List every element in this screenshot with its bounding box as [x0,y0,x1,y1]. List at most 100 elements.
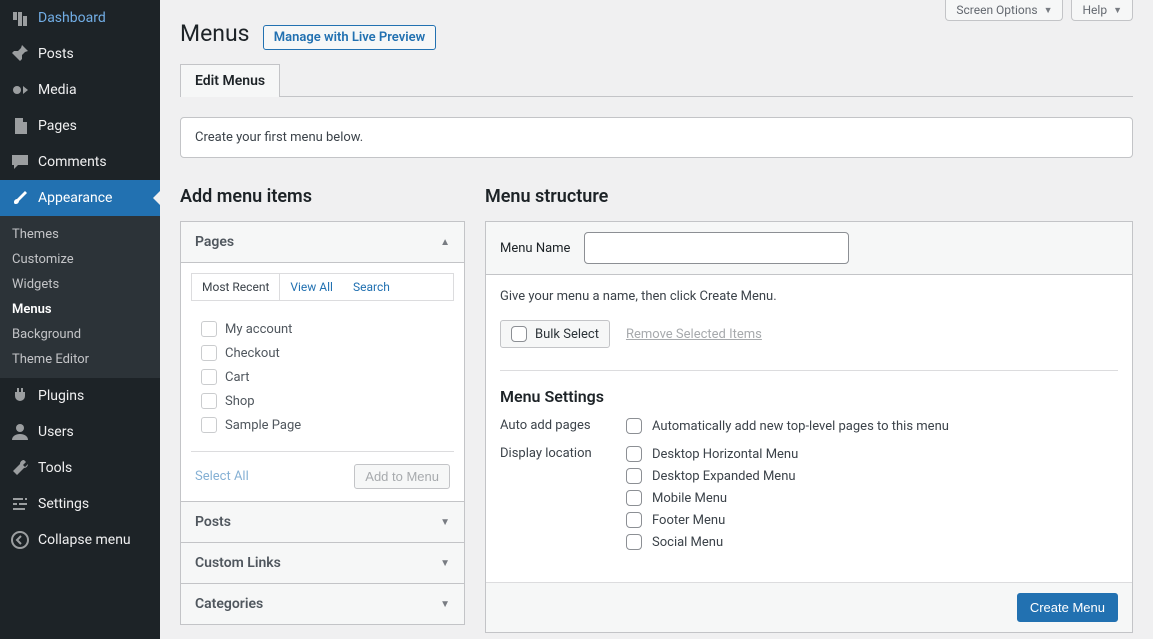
location-option[interactable]: Footer Menu [626,512,798,528]
remove-selected-link[interactable]: Remove Selected Items [626,327,762,342]
auto-add-label: Auto add pages [500,418,626,433]
submenu-background[interactable]: Background [0,322,160,347]
checkbox[interactable] [626,468,642,484]
page-item[interactable]: Sample Page [195,413,450,437]
chevron-down-icon: ▼ [440,599,450,610]
checkbox[interactable] [626,512,642,528]
location-option[interactable]: Desktop Horizontal Menu [626,446,798,462]
menu-name-input[interactable] [584,232,849,264]
page-title: Menus [180,0,250,57]
checkbox[interactable] [201,321,217,337]
chevron-down-icon: ▼ [440,558,450,569]
chevron-down-icon: ▼ [1113,5,1122,16]
brush-icon [10,188,30,208]
accordion-pages-body: Most Recent View All Search My account C… [181,262,464,501]
page-label: Sample Page [225,418,301,433]
checkbox[interactable] [626,446,642,462]
option-label: Mobile Menu [652,491,727,506]
info-notice: Create your first menu below. [180,117,1133,158]
bulk-select-button[interactable]: Bulk Select [500,320,610,348]
help-button[interactable]: Help ▼ [1071,0,1133,21]
sidebar-label: Users [38,424,74,440]
pages-tab-search[interactable]: Search [343,274,400,300]
submenu-customize[interactable]: Customize [0,247,160,272]
option-label: Social Menu [652,535,723,550]
select-all-link[interactable]: Select All [195,469,249,484]
sidebar-item-appearance[interactable]: Appearance [0,180,160,216]
screen-options-label: Screen Options [956,3,1037,17]
display-location-row: Display location Desktop Horizontal Menu… [500,446,1118,550]
pages-icon [10,116,30,136]
accordion-title: Custom Links [195,555,281,571]
accordion-categories-header[interactable]: Categories ▼ [181,584,464,624]
page-label: My account [225,322,292,337]
screen-options-button[interactable]: Screen Options ▼ [945,0,1063,21]
sidebar-label: Collapse menu [38,532,131,548]
checkbox[interactable] [626,418,642,434]
user-icon [10,422,30,442]
sliders-icon [10,494,30,514]
auto-add-option[interactable]: Automatically add new top-level pages to… [626,418,949,434]
menu-hint-text: Give your menu a name, then click Create… [500,289,1118,304]
sidebar-item-users[interactable]: Users [0,414,160,450]
sidebar-item-pages[interactable]: Pages [0,108,160,144]
submenu-widgets[interactable]: Widgets [0,272,160,297]
media-icon [10,80,30,100]
tab-edit-menus[interactable]: Edit Menus [180,64,280,97]
accordion-pages-header[interactable]: Pages ▲ [181,222,464,262]
wrench-icon [10,458,30,478]
checkbox[interactable] [626,534,642,550]
sidebar-item-settings[interactable]: Settings [0,486,160,522]
sidebar-item-dashboard[interactable]: Dashboard [0,0,160,36]
page-item[interactable]: Cart [195,365,450,389]
checkbox[interactable] [626,490,642,506]
submenu-menus[interactable]: Menus [0,297,160,322]
location-option[interactable]: Social Menu [626,534,798,550]
accordion-posts-header[interactable]: Posts ▼ [181,502,464,542]
checkbox[interactable] [511,326,527,342]
location-option[interactable]: Desktop Expanded Menu [626,468,798,484]
accordion-categories: Categories ▼ [180,584,465,625]
sidebar-item-posts[interactable]: Posts [0,36,160,72]
chevron-down-icon: ▼ [440,517,450,528]
pages-footer: Select All Add to Menu [191,451,454,501]
option-label: Footer Menu [652,513,725,528]
bulk-select-label: Bulk Select [535,327,599,342]
create-menu-button[interactable]: Create Menu [1017,593,1118,622]
sidebar-item-collapse[interactable]: Collapse menu [0,522,160,558]
sidebar-label: Settings [38,496,89,512]
appearance-submenu: Themes Customize Widgets Menus Backgroun… [0,216,160,378]
sidebar-label: Plugins [38,388,84,404]
menu-body: Give your menu a name, then click Create… [486,275,1132,582]
manage-live-preview-button[interactable]: Manage with Live Preview [263,25,436,50]
submenu-theme-editor[interactable]: Theme Editor [0,347,160,372]
sidebar-item-plugins[interactable]: Plugins [0,378,160,414]
sidebar-item-tools[interactable]: Tools [0,450,160,486]
chevron-up-icon: ▲ [440,237,450,248]
checkbox[interactable] [201,345,217,361]
location-option[interactable]: Mobile Menu [626,490,798,506]
menu-name-row: Menu Name [486,222,1132,275]
page-label: Checkout [225,346,280,361]
menu-settings-heading: Menu Settings [500,387,1118,406]
chevron-down-icon: ▼ [1044,5,1053,16]
checkbox[interactable] [201,369,217,385]
accordion-pages: Pages ▲ Most Recent View All Search My a… [180,221,465,502]
page-item[interactable]: Checkout [195,341,450,365]
checkbox[interactable] [201,417,217,433]
sidebar-label: Posts [38,46,74,62]
accordion-title: Categories [195,596,263,612]
page-item[interactable]: My account [195,317,450,341]
tab-bar: Edit Menus [180,63,1133,97]
sidebar-item-media[interactable]: Media [0,72,160,108]
page-item[interactable]: Shop [195,389,450,413]
page-label: Shop [225,394,255,409]
pages-tab-viewall[interactable]: View All [280,274,343,300]
submenu-themes[interactable]: Themes [0,222,160,247]
sidebar-item-comments[interactable]: Comments [0,144,160,180]
checkbox[interactable] [201,393,217,409]
pages-tab-recent[interactable]: Most Recent [192,274,280,300]
pages-list: My account Checkout Cart Shop Sample Pag… [191,311,454,441]
accordion-custom-links-header[interactable]: Custom Links ▼ [181,543,464,583]
add-to-menu-button[interactable]: Add to Menu [354,464,450,489]
